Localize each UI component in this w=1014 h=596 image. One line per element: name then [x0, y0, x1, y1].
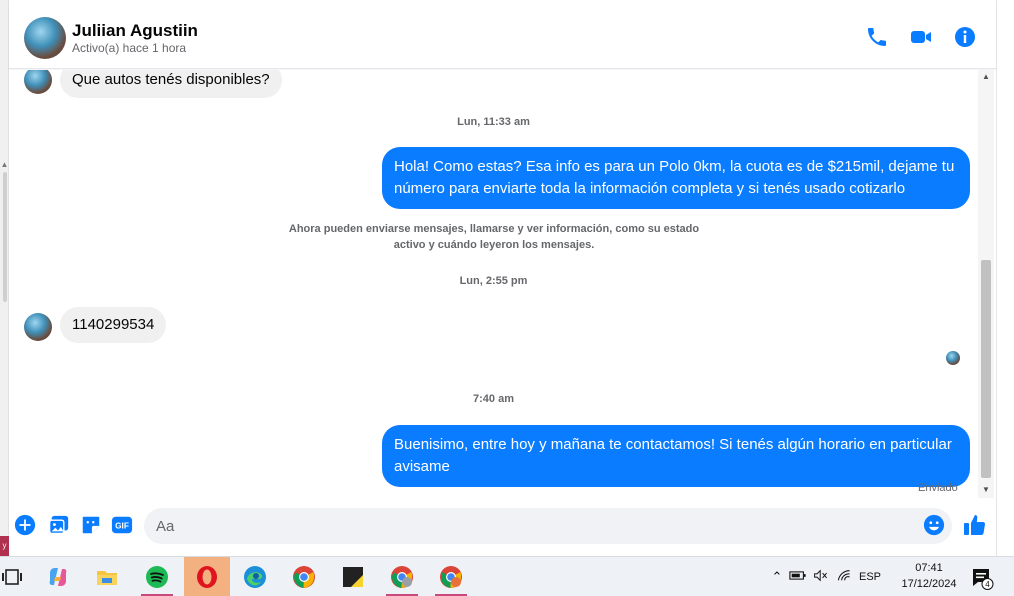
outgoing-message[interactable]: Hola! Como estas? Esa info es para un Po… [382, 147, 970, 209]
incoming-message[interactable]: 1140299534 [60, 307, 167, 343]
sticker-icon [82, 516, 100, 534]
message-timestamp: Lun, 11:33 am [457, 116, 530, 128]
system-tray: ⌃ ESP [768, 557, 884, 596]
clock-date: 17/12/2024 [901, 578, 957, 590]
attach-media-button[interactable] [48, 514, 70, 536]
plus-circle-icon [14, 514, 36, 536]
taskbar-chrome-profile[interactable] [382, 557, 422, 596]
message-input[interactable] [144, 508, 952, 544]
sent-status: Enviado [918, 482, 958, 494]
phone-icon [868, 28, 886, 46]
svg-text:GIF: GIF [115, 522, 129, 531]
scroll-down-arrow-icon[interactable]: ▼ [978, 485, 994, 494]
browser-left-edge: ▲ y [0, 0, 9, 556]
volume-muted-icon[interactable] [810, 569, 832, 585]
send-like-button[interactable] [963, 513, 987, 537]
taskbar-copilot[interactable] [38, 557, 78, 596]
notification-count: 4 [985, 580, 990, 589]
contact-avatar[interactable] [24, 17, 66, 59]
emoji-button[interactable] [923, 514, 945, 536]
taskbar-edge[interactable] [235, 557, 275, 596]
chrome-profile-icon [440, 566, 462, 588]
task-view-button[interactable] [0, 557, 32, 596]
task-view-icon [2, 569, 22, 585]
thread-scrollbar[interactable]: ▲ ▼ [978, 70, 994, 498]
spotify-icon [146, 566, 168, 588]
side-tab-marker: y [0, 536, 9, 556]
outgoing-message[interactable]: Buenisimo, entre hoy y mañana te contact… [382, 425, 970, 487]
incoming-message[interactable]: Que autos tenés disponibles? [60, 70, 282, 98]
voice-call-button[interactable] [865, 25, 889, 49]
scrollbar-thumb[interactable] [981, 260, 991, 478]
chrome-profile-icon [391, 566, 413, 588]
privacy-notice: Ahora pueden enviarse mensajes, llamarse… [288, 223, 700, 251]
folder-icon [97, 571, 117, 585]
info-icon [955, 27, 975, 47]
notification-icon: 4 [973, 569, 994, 590]
image-icon [48, 515, 69, 535]
message-thread: Que autos tenés disponibles? Lun, 11:33 … [9, 70, 978, 498]
seen-indicator-avatar [946, 351, 960, 365]
left-scrollbar[interactable] [3, 172, 7, 302]
sticky-notes-icon [343, 567, 363, 587]
clock-time: 07:41 [915, 562, 943, 574]
notification-center-button[interactable]: 4 [970, 566, 994, 590]
scroll-up-arrow-icon[interactable]: ▲ [0, 160, 9, 170]
wifi-icon[interactable] [832, 569, 856, 585]
contact-name[interactable]: Juliian Agustiin [72, 21, 198, 41]
scroll-up-arrow-icon[interactable]: ▲ [978, 72, 994, 81]
taskbar-spotify[interactable] [137, 557, 177, 596]
video-camera-icon [911, 31, 931, 43]
taskbar-clock[interactable]: 07:41 17/12/2024 [888, 560, 970, 592]
taskbar-sticky-notes[interactable] [333, 557, 373, 596]
input-language[interactable]: ESP [856, 571, 884, 583]
copilot-icon [49, 568, 67, 586]
taskbar-chrome[interactable] [284, 557, 324, 596]
taskbar-file-explorer[interactable] [87, 557, 127, 596]
show-hidden-icons-icon[interactable]: ⌃ [768, 569, 786, 585]
sticker-button[interactable] [80, 514, 102, 536]
sender-avatar[interactable] [24, 70, 52, 94]
gif-icon: GIF [111, 516, 133, 534]
battery-icon[interactable] [786, 570, 810, 584]
message-timestamp: Lun, 2:55 pm [459, 275, 528, 287]
thumbs-up-icon [964, 515, 986, 536]
sender-avatar[interactable] [24, 313, 52, 341]
message-timestamp: 7:40 am [473, 393, 514, 405]
gif-button[interactable]: GIF [111, 514, 133, 536]
conversation-info-button[interactable] [953, 25, 977, 49]
more-actions-button[interactable] [14, 514, 36, 536]
smiley-icon [923, 514, 945, 536]
opera-icon [197, 566, 217, 588]
taskbar-chrome-profile-2[interactable] [431, 557, 471, 596]
right-edge [996, 0, 1014, 556]
video-call-button[interactable] [909, 25, 933, 49]
conversation-header: Juliian Agustiin Activo(a) hace 1 hora [9, 6, 996, 69]
edge-icon [244, 566, 266, 588]
chrome-icon [293, 566, 315, 588]
taskbar-opera[interactable] [184, 557, 230, 596]
windows-taskbar: ⌃ ESP 07:41 17/12/2024 4 [0, 556, 1014, 596]
message-composer: GIF [9, 500, 996, 552]
contact-status: Activo(a) hace 1 hora [72, 41, 187, 55]
